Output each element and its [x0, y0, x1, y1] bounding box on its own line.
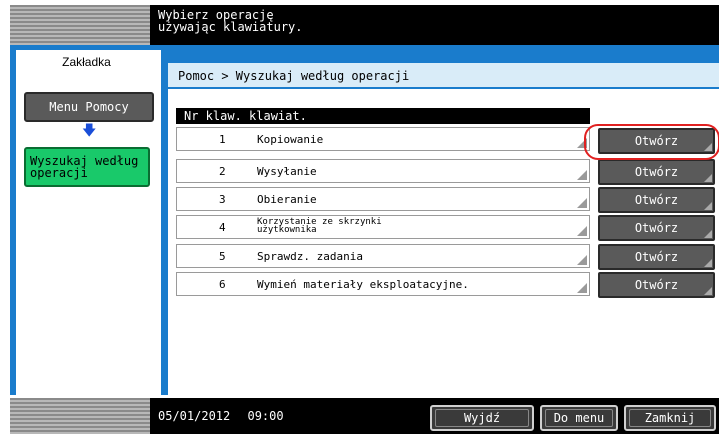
open-label: Otwórz	[634, 278, 679, 292]
item-number: 1	[219, 133, 226, 146]
close-label: Zamknij	[644, 411, 696, 425]
corner-icon	[704, 259, 712, 267]
item-number: 4	[219, 221, 226, 234]
top-left-panel	[10, 5, 150, 45]
to-menu-button[interactable]: Do menu	[540, 405, 618, 431]
list-header: Nr klaw. klawiat.	[176, 108, 590, 124]
exit-button[interactable]: Wyjdź	[430, 405, 534, 431]
search-by-operation-button[interactable]: Wyszukaj według operacji	[24, 147, 150, 187]
date-text: 05/01/2012	[158, 409, 231, 423]
search-by-operation-label: Wyszukaj według operacji	[30, 154, 139, 180]
corner-icon	[577, 198, 587, 208]
arrow-down-icon: 🡇	[82, 123, 97, 139]
open-button-5[interactable]: Otwórz	[598, 244, 715, 270]
list-item-1[interactable]: 1 Kopiowanie	[176, 127, 590, 151]
close-button[interactable]: Zamknij	[624, 405, 716, 431]
item-label: Wymień materiały eksploatacyjne.	[257, 278, 469, 291]
exit-label: Wyjdź	[463, 411, 501, 425]
item-label: Obieranie	[257, 193, 317, 206]
list-item-6[interactable]: 6 Wymień materiały eksploatacyjne.	[176, 272, 590, 296]
sidebar-title: Zakładka	[62, 55, 111, 69]
corner-icon	[704, 174, 712, 182]
list-item-4[interactable]: 4 Korzystanie ze skrzynki użytkownika	[176, 215, 590, 239]
item-label: Wysyłanie	[257, 165, 317, 178]
open-label: Otwórz	[634, 193, 679, 207]
corner-icon	[704, 202, 712, 210]
corner-icon	[704, 230, 712, 238]
item-label: Korzystanie ze skrzynki użytkownika	[257, 217, 382, 235]
item-number: 3	[219, 193, 226, 206]
open-label: Otwórz	[634, 221, 679, 235]
list-item-5[interactable]: 5 Sprawdz. zadania	[176, 244, 590, 268]
open-button-2[interactable]: Otwórz	[598, 159, 715, 185]
item-number: 2	[219, 165, 226, 178]
list-item-2[interactable]: 2 Wysyłanie	[176, 159, 590, 183]
open-button-6[interactable]: Otwórz	[598, 272, 715, 298]
corner-icon	[704, 287, 712, 295]
open-label: Otwórz	[634, 165, 679, 179]
bottom-left-panel	[10, 398, 150, 434]
open-button-3[interactable]: Otwórz	[598, 187, 715, 213]
datetime: 05/01/2012 09:00	[158, 409, 284, 423]
open-label: Otwórz	[634, 250, 679, 264]
list-item-3[interactable]: 3 Obieranie	[176, 187, 590, 211]
corner-icon	[577, 170, 587, 180]
item-label: Kopiowanie	[257, 133, 324, 146]
time-text: 09:00	[247, 409, 284, 423]
item-number: 5	[219, 250, 226, 263]
help-menu-button[interactable]: Menu Pomocy	[24, 92, 154, 122]
corner-icon	[577, 226, 587, 236]
corner-icon	[577, 283, 587, 293]
to-menu-label: Do menu	[553, 411, 605, 425]
highlight-ring	[584, 124, 719, 160]
corner-icon	[577, 255, 587, 265]
item-label: Sprawdz. zadania	[257, 250, 363, 263]
breadcrumb: Pomoc > Wyszukaj według operacji	[168, 63, 719, 89]
item-number: 6	[219, 278, 226, 291]
instruction-message: Wybierz operację używając klawiatury.	[150, 5, 719, 45]
open-button-4[interactable]: Otwórz	[598, 215, 715, 241]
